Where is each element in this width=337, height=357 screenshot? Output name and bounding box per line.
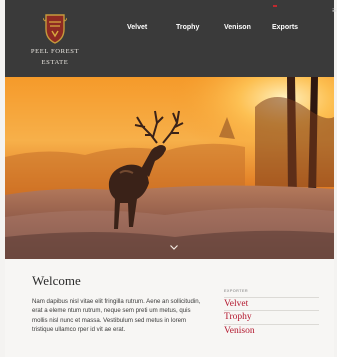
crest-icon <box>43 14 67 44</box>
welcome-section: Welcome Nam dapibus nisl vitae elit frin… <box>5 259 334 357</box>
accent-mark <box>273 5 277 7</box>
export-link-trophy[interactable]: Trophy <box>224 310 319 323</box>
hero-image <box>5 77 334 259</box>
nav-item-trophy[interactable]: Trophy <box>176 24 199 31</box>
welcome-heading: Welcome <box>32 273 81 288</box>
site-logo[interactable]: PEEL FOREST ESTATE <box>27 13 83 66</box>
chevron-down-icon[interactable] <box>170 245 178 250</box>
export-link-venison[interactable]: Venison <box>224 323 319 337</box>
site-header: PEEL FOREST ESTATE Velvet Trophy Venison… <box>5 0 337 77</box>
welcome-body: Nam dapibus nisl vitae elit fringilla ru… <box>32 298 201 334</box>
nav-item-exports[interactable]: Exports <box>272 24 298 31</box>
hero-stag-sunset <box>5 77 334 259</box>
exports-list: Velvet Trophy Venison <box>224 297 319 337</box>
nav-item-venison[interactable]: Venison <box>224 24 251 31</box>
export-link-velvet[interactable]: Velvet <box>224 297 319 310</box>
nav-item-velvet[interactable]: Velvet <box>127 24 147 31</box>
exports-heading: Exporter <box>224 289 249 293</box>
brand-subtitle: ESTATE <box>41 58 69 66</box>
page: PEEL FOREST ESTATE Velvet Trophy Venison… <box>5 0 337 357</box>
hamburger-menu-icon[interactable]: ≡ <box>332 7 337 15</box>
brand-name: PEEL FOREST <box>30 48 80 55</box>
